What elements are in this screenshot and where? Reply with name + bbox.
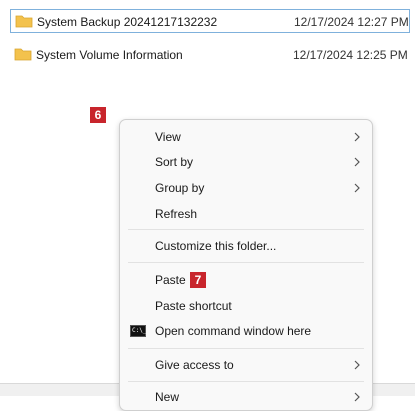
menu-item-label: Paste	[155, 273, 186, 287]
menu-item-label: Open command window here	[155, 324, 312, 338]
chevron-right-icon	[354, 157, 360, 167]
menu-item-label: View	[155, 130, 181, 144]
menu-item-give-access-to[interactable]: Give access to	[120, 354, 372, 376]
menu-separator	[128, 262, 364, 263]
menu-item-group-by[interactable]: Group by	[120, 177, 372, 199]
menu-item-label: New	[155, 390, 180, 404]
menu-item-paste-shortcut[interactable]: Paste shortcut	[120, 295, 372, 317]
command-prompt-icon: C:\_	[130, 325, 146, 337]
file-name: System Volume Information	[36, 48, 183, 62]
menu-item-label: Paste shortcut	[155, 299, 232, 313]
menu-separator	[128, 229, 364, 230]
menu-item-refresh[interactable]: Refresh	[120, 203, 372, 225]
file-row-system-backup[interactable]: System Backup 20241217132232 12/17/2024 …	[10, 9, 410, 33]
menu-item-customize-folder[interactable]: Customize this folder...	[120, 235, 372, 257]
step-badge-6: 6	[90, 107, 106, 123]
menu-item-sort-by[interactable]: Sort by	[120, 151, 372, 173]
menu-item-view[interactable]: View	[120, 126, 372, 148]
menu-item-label: Give access to	[155, 358, 234, 372]
menu-item-paste[interactable]: Paste 7	[120, 269, 372, 291]
step-badge-7: 7	[190, 272, 206, 288]
menu-item-label: Sort by	[155, 155, 194, 169]
chevron-right-icon	[354, 132, 360, 142]
folder-icon	[15, 15, 33, 28]
menu-separator	[128, 381, 364, 382]
context-menu: View Sort by Group by Refresh Customize …	[119, 119, 373, 411]
file-date: 12/17/2024 12:27 PM	[294, 15, 409, 29]
menu-item-new[interactable]: New	[120, 386, 372, 408]
menu-item-label: Customize this folder...	[155, 239, 277, 253]
file-name: System Backup 20241217132232	[37, 15, 218, 29]
menu-item-label: Group by	[155, 181, 205, 195]
menu-item-open-command-window[interactable]: C:\_ Open command window here	[120, 320, 372, 342]
folder-icon	[14, 48, 32, 61]
chevron-right-icon	[354, 183, 360, 193]
file-row-system-volume-information[interactable]: System Volume Information 12/17/2024 12:…	[10, 43, 410, 67]
file-date: 12/17/2024 12:25 PM	[293, 48, 408, 62]
chevron-right-icon	[354, 360, 360, 370]
menu-separator	[128, 348, 364, 349]
chevron-right-icon	[354, 392, 360, 402]
menu-item-label: Refresh	[155, 207, 198, 221]
